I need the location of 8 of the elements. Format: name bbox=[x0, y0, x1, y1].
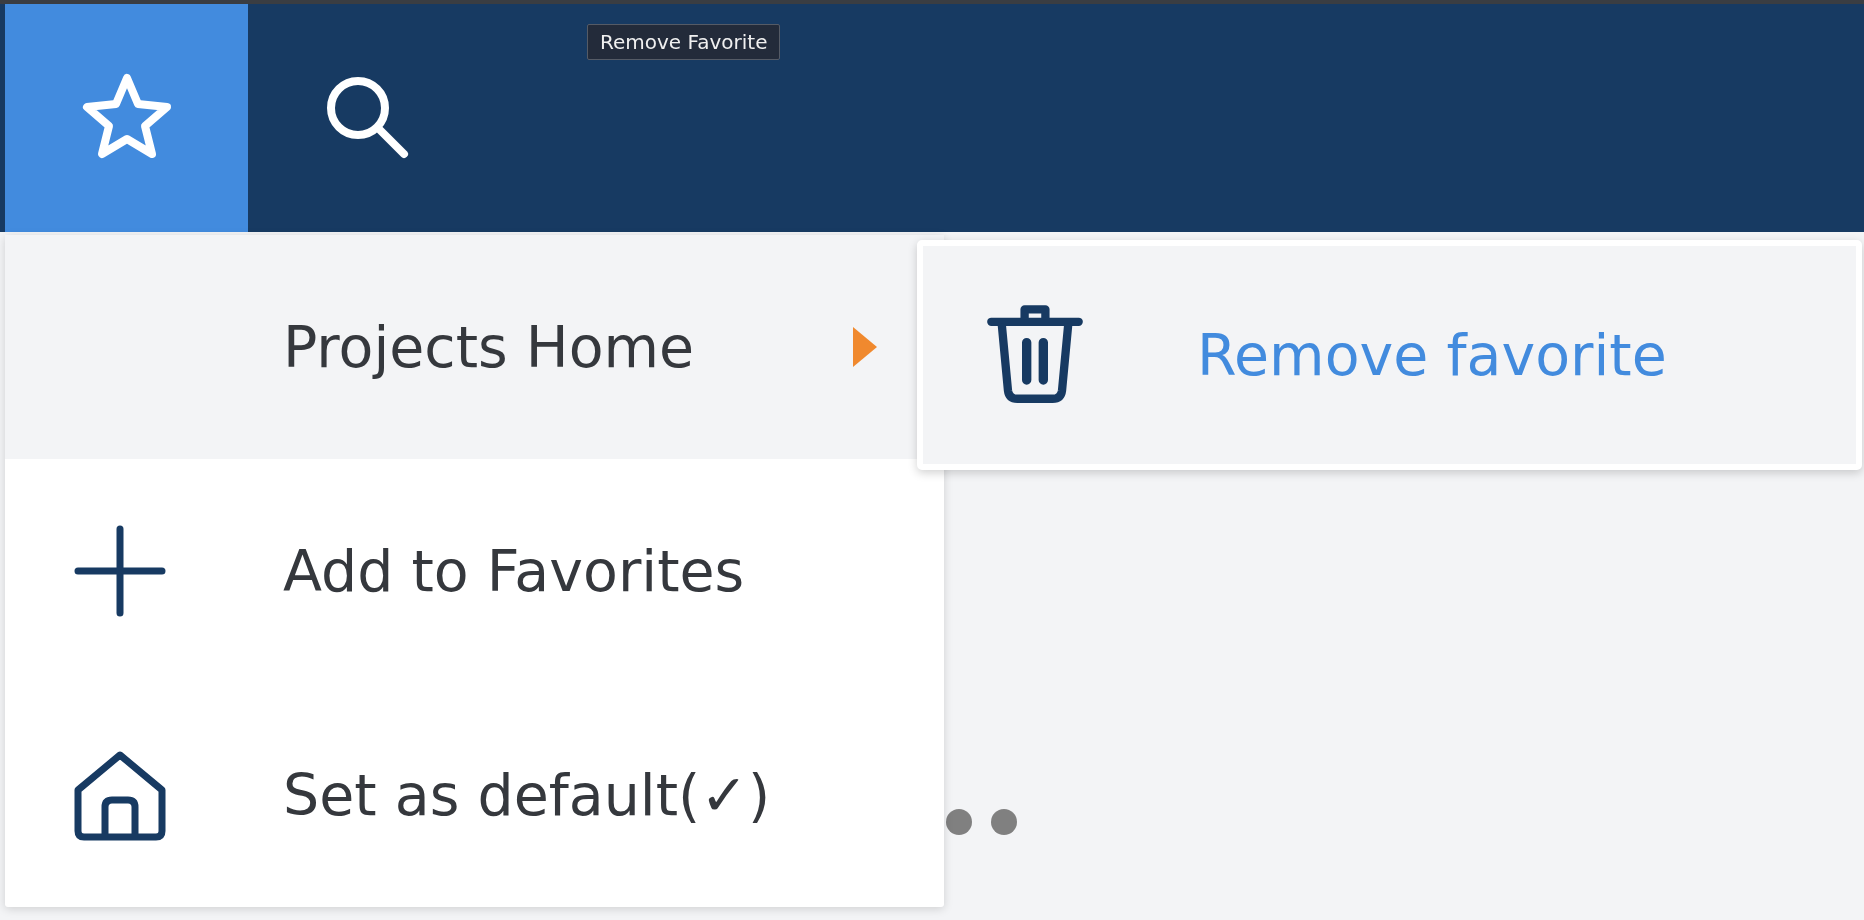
menu-item[interactable]: Projects Home bbox=[5, 235, 944, 459]
menu-item-label: Set as default(✓) bbox=[283, 762, 771, 828]
menu-item-label: Add to Favorites bbox=[283, 538, 745, 604]
menu-item[interactable]: Set as default(✓) bbox=[5, 683, 944, 907]
menu-item-label: Projects Home bbox=[283, 314, 695, 380]
tooltip: Remove Favorite bbox=[587, 24, 781, 60]
menu-item-label: Remove favorite bbox=[1197, 322, 1667, 388]
submenu-arrow-icon bbox=[853, 326, 877, 368]
